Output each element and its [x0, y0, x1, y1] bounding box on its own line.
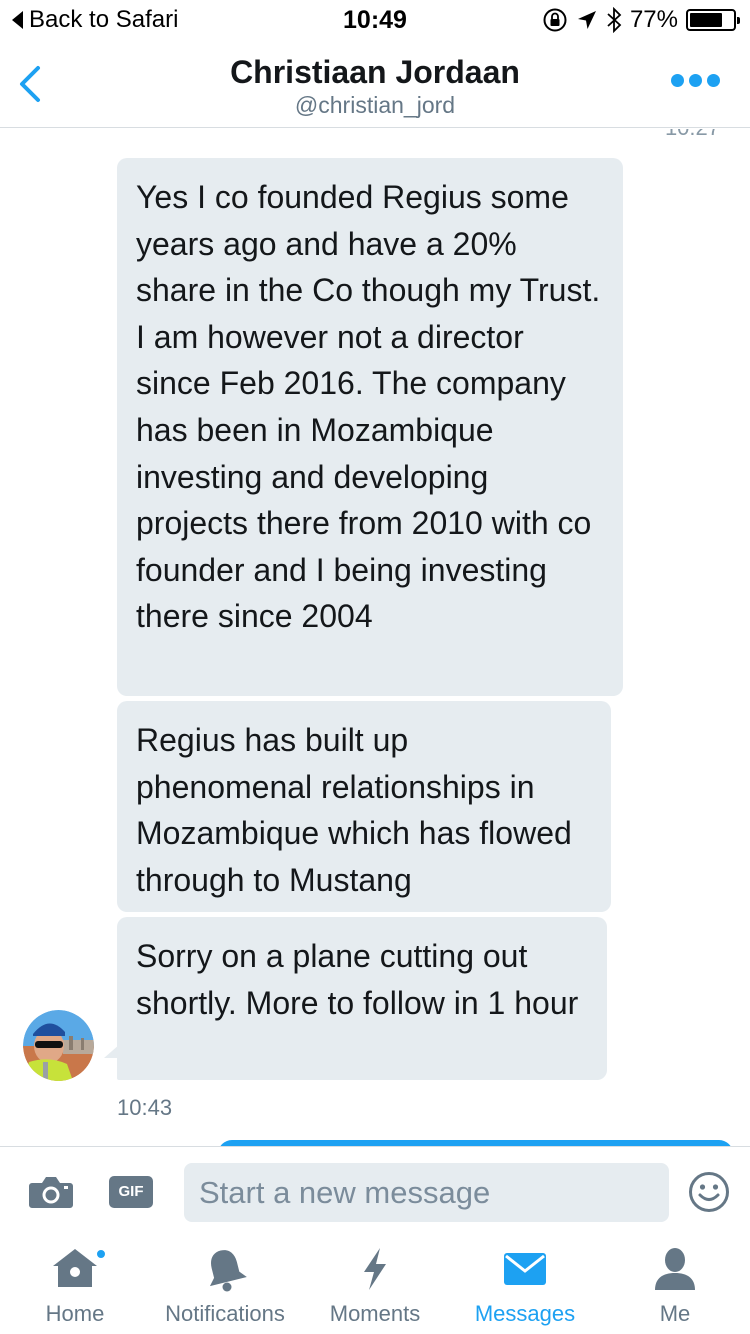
orientation-lock-icon [543, 8, 567, 32]
more-dot [707, 74, 720, 87]
message-bubble[interactable]: Yes I co founded Regius some years ago a… [117, 158, 623, 696]
more-dot [689, 74, 702, 87]
message-timestamp: 10:43 [117, 1095, 173, 1120]
bluetooth-icon [607, 7, 622, 33]
message-composer: GIF [0, 1146, 750, 1234]
tab-bar: Home Notifications Moments Messages Me [0, 1234, 750, 1334]
message-bubble[interactable]: Sorry on a plane cutting out shortly. Mo… [117, 917, 607, 1080]
bell-icon [209, 1250, 247, 1292]
gif-button[interactable]: GIF [109, 1176, 153, 1208]
contact-handle: @christian_jord [294, 92, 456, 118]
tab-label: Home [45, 1301, 105, 1326]
status-indicators: 77% [542, 6, 740, 34]
tab-me[interactable]: Me [600, 1234, 750, 1334]
contact-name[interactable]: Christiaan Jordaan [0, 54, 750, 91]
battery-icon [686, 9, 740, 31]
message-thread[interactable]: 10:27 Yes I co founded Regius some years… [0, 129, 750, 1146]
conversation-header: Christiaan Jordaan @christian_jord [0, 40, 750, 128]
camera-icon[interactable] [28, 1175, 74, 1209]
more-options-icon[interactable] [671, 74, 720, 87]
tab-label: Messages [474, 1301, 576, 1326]
tab-messages[interactable]: Messages [450, 1234, 600, 1334]
avatar[interactable] [23, 1010, 94, 1081]
tab-label: Notifications [165, 1301, 285, 1326]
lightning-icon [364, 1248, 386, 1290]
battery-fill [690, 13, 723, 27]
message-bubble[interactable]: Regius has built up phenomenal relations… [117, 701, 611, 912]
unread-dot [95, 1248, 107, 1260]
tab-moments[interactable]: Moments [300, 1234, 450, 1334]
battery-nub [737, 17, 740, 24]
tab-label: Moments [329, 1301, 421, 1326]
tab-home[interactable]: Home [0, 1234, 150, 1334]
tab-notifications[interactable]: Notifications [150, 1234, 300, 1334]
home-icon [53, 1249, 97, 1287]
bubble-tail [104, 1044, 120, 1058]
message-input[interactable] [184, 1163, 669, 1222]
envelope-icon [504, 1253, 546, 1285]
clipped-timestamp: 10:27 [665, 129, 720, 141]
tab-label: Me [659, 1301, 691, 1326]
status-bar: Back to Safari 10:49 77% [0, 0, 750, 40]
emoji-icon[interactable] [688, 1171, 730, 1213]
more-dot [671, 74, 684, 87]
location-arrow-icon [577, 11, 596, 29]
battery-percent: 77% [629, 6, 678, 33]
person-icon [655, 1248, 695, 1290]
